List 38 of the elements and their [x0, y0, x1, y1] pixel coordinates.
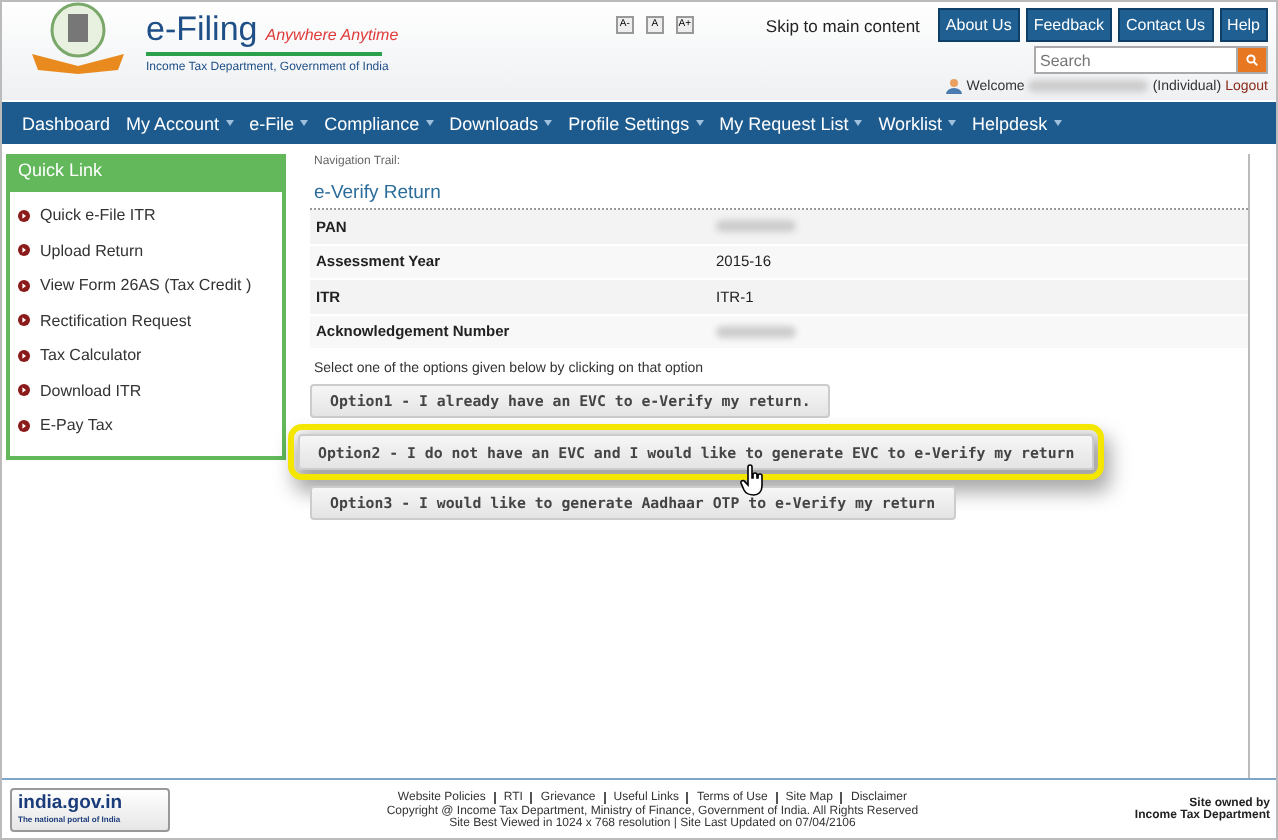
search-field[interactable]: Search — [1034, 46, 1236, 74]
nav-item[interactable]: Helpdesk — [972, 113, 1062, 133]
quick-link[interactable]: E-Pay Tax — [18, 408, 282, 443]
bullet-icon — [18, 419, 30, 432]
panel-title: Quick Link — [10, 154, 282, 192]
quick-link[interactable]: Rectification Request — [18, 303, 282, 338]
nav-item[interactable]: Downloads — [449, 113, 553, 133]
bullet-icon — [18, 384, 30, 397]
nav-item[interactable]: Profile Settings — [568, 113, 704, 133]
header-button[interactable]: Contact Us — [1117, 8, 1214, 42]
search-icon — [1246, 54, 1258, 66]
bullet-icon — [18, 314, 30, 327]
nav-item[interactable]: My Request List — [719, 113, 863, 133]
quick-link[interactable]: View Form 26AS (Tax Credit ) — [18, 268, 282, 303]
quick-link[interactable]: Upload Return — [18, 233, 282, 268]
nav-item[interactable]: My Account — [126, 113, 234, 133]
skip-link[interactable]: Skip to main content — [765, 15, 920, 35]
header-button[interactable]: Help — [1219, 8, 1268, 42]
bullet-icon — [18, 244, 30, 257]
hand-cursor-icon — [740, 464, 766, 496]
bullet-icon — [18, 279, 30, 292]
bullet-icon — [18, 349, 30, 362]
user-icon — [946, 78, 963, 94]
header-button[interactable]: About Us — [937, 8, 1020, 42]
bullet-icon — [18, 209, 30, 222]
quick-link[interactable]: Download ITR — [18, 373, 282, 408]
nav-item[interactable]: Compliance — [324, 113, 434, 133]
tagline: Anywhere Anytime — [265, 26, 399, 44]
emblem-logo-icon — [26, 2, 130, 74]
quick-link[interactable]: Tax Calculator — [18, 338, 282, 373]
nav-item[interactable]: Dashboard — [22, 113, 111, 133]
nav-item[interactable]: e-File — [249, 113, 309, 133]
header-button[interactable]: Feedback — [1025, 8, 1112, 42]
quick-link[interactable]: Quick e-File ITR — [18, 198, 282, 233]
logo-title: e-Filing — [146, 10, 258, 50]
nav-item[interactable]: Worklist — [878, 113, 957, 133]
search-button[interactable] — [1236, 46, 1268, 74]
blurred-name — [1028, 80, 1149, 92]
